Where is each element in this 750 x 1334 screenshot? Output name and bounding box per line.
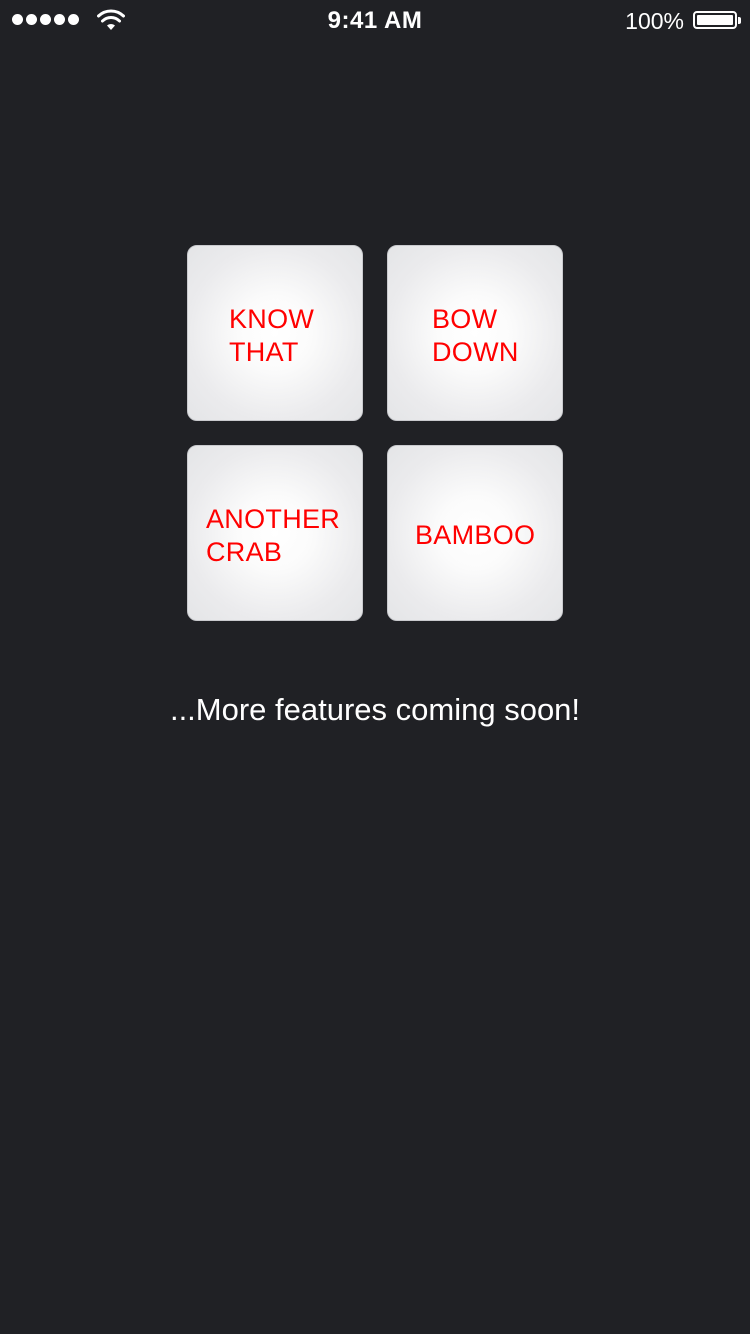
battery-percentage: 100% <box>625 8 684 34</box>
feature-tile-know-that[interactable]: KNOW THAT <box>187 245 363 421</box>
battery-icon <box>693 11 741 29</box>
tile-label: BOW DOWN <box>432 304 519 367</box>
tile-label: KNOW THAT <box>229 304 315 367</box>
feature-tile-bamboo[interactable]: BAMBOO <box>387 445 563 621</box>
status-bar: 9:41 AM 100% <box>0 0 750 40</box>
feature-grid: KNOW THAT BOW DOWN ANOTHER CRAB BAMBOO <box>187 245 563 621</box>
tile-label: ANOTHER CRAB <box>206 504 341 567</box>
tile-label: BAMBOO <box>415 520 536 550</box>
coming-soon-message: ...More features coming soon! <box>169 692 581 727</box>
feature-tile-another-crab[interactable]: ANOTHER CRAB <box>187 445 363 621</box>
feature-tile-bow-down[interactable]: BOW DOWN <box>387 245 563 421</box>
